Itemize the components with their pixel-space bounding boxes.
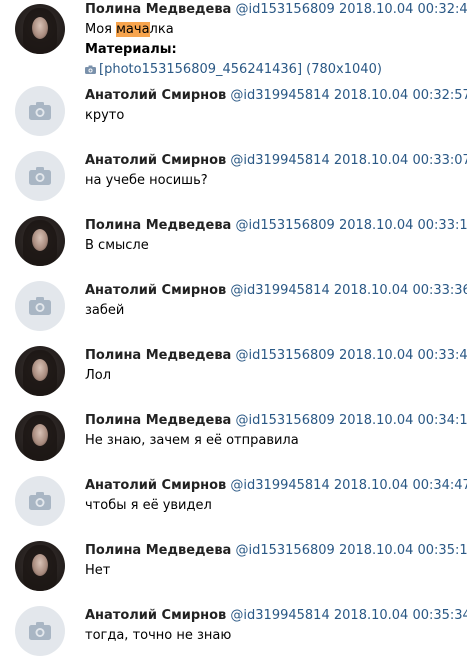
author-name[interactable]: Полина Медведева — [85, 543, 231, 558]
message-text: Нет — [85, 563, 111, 578]
message-content: Полина Медведева @id153156809 2018.10.04… — [85, 541, 467, 581]
message-list: Полина Медведева @id153156809 2018.10.04… — [0, 0, 467, 658]
attachment-size: (780x1040) — [306, 62, 382, 77]
camera-placeholder-icon — [29, 492, 51, 510]
author-name[interactable]: Анатолий Смирнов — [85, 153, 226, 168]
timestamp: 2018.10.04 00:32:57 — [333, 88, 467, 103]
avatar-face — [32, 424, 48, 446]
message-item: Анатолий Смирнов @id319945814 2018.10.04… — [0, 281, 467, 346]
avatar[interactable] — [15, 346, 65, 396]
timestamp: 2018.10.04 00:34:47 — [333, 478, 467, 493]
timestamp: 2018.10.04 00:34:18 — [338, 413, 467, 428]
message-header: Анатолий Смирнов @id319945814 2018.10.04… — [85, 151, 467, 171]
avatar[interactable] — [15, 411, 65, 461]
avatar[interactable] — [15, 281, 65, 331]
message-header: Полина Медведева @id153156809 2018.10.04… — [85, 541, 467, 561]
camera-icon — [85, 61, 96, 81]
message-text: на учебе носишь? — [85, 173, 208, 188]
author-name[interactable]: Анатолий Смирнов — [85, 608, 226, 623]
author-name[interactable]: Полина Медведева — [85, 2, 231, 17]
message-item: Полина Медведева @id153156809 2018.10.04… — [0, 216, 467, 281]
user-id-link[interactable]: @id153156809 — [235, 543, 334, 558]
camera-placeholder-icon — [29, 297, 51, 315]
message-item: Анатолий Смирнов @id319945814 2018.10.04… — [0, 476, 467, 541]
message-item: Анатолий Смирнов @id319945814 2018.10.04… — [0, 606, 467, 658]
avatar[interactable] — [15, 541, 65, 591]
author-name[interactable]: Анатолий Смирнов — [85, 478, 226, 493]
materials-label: Материалы: — [85, 42, 177, 57]
user-id-link[interactable]: @id153156809 — [235, 413, 334, 428]
search-highlight: мача — [116, 22, 150, 37]
message-header: Анатолий Смирнов @id319945814 2018.10.04… — [85, 281, 467, 301]
avatar[interactable] — [15, 476, 65, 526]
message-header: Полина Медведева @id153156809 2018.10.04… — [85, 411, 467, 431]
message-text-end: лка — [149, 22, 174, 37]
message-content: Анатолий Смирнов @id319945814 2018.10.04… — [85, 86, 467, 126]
message-text-start: Моя — [85, 22, 117, 37]
message-content: Анатолий Смирнов @id319945814 2018.10.04… — [85, 476, 467, 516]
timestamp: 2018.10.04 00:35:14 — [338, 543, 467, 558]
attachment: [photo153156809_456241436] (780x1040) — [85, 60, 467, 81]
timestamp: 2018.10.04 00:33:36 — [333, 283, 467, 298]
author-name[interactable]: Анатолий Смирнов — [85, 283, 226, 298]
author-name[interactable]: Анатолий Смирнов — [85, 88, 226, 103]
message-content: Полина Медведева @id153156809 2018.10.04… — [85, 411, 467, 451]
user-id-link[interactable]: @id319945814 — [230, 153, 329, 168]
message-text: чтобы я её увидел — [85, 498, 212, 513]
avatar[interactable] — [15, 606, 65, 656]
author-name[interactable]: Полина Медведева — [85, 348, 231, 363]
message-content: Анатолий Смирнов @id319945814 2018.10.04… — [85, 606, 467, 646]
message-header: Анатолий Смирнов @id319945814 2018.10.04… — [85, 476, 467, 496]
timestamp: 2018.10.04 00:33:07 — [333, 153, 467, 168]
avatar[interactable] — [15, 216, 65, 266]
user-id-link[interactable]: @id153156809 — [235, 2, 334, 17]
message-item: Полина Медведева @id153156809 2018.10.04… — [0, 411, 467, 476]
message-header: Анатолий Смирнов @id319945814 2018.10.04… — [85, 86, 467, 106]
camera-placeholder-icon — [29, 167, 51, 185]
message-text: забей — [85, 303, 125, 318]
avatar[interactable] — [15, 151, 65, 201]
message-content: Полина Медведева @id153156809 2018.10.04… — [85, 346, 467, 386]
message-content: Полина Медведева @id153156809 2018.10.04… — [85, 0, 467, 81]
message-text: Не знаю, зачем я её отправила — [85, 433, 299, 448]
avatar[interactable] — [15, 86, 65, 136]
user-id-link[interactable]: @id319945814 — [230, 608, 329, 623]
avatar-face — [32, 17, 48, 39]
attachment-link[interactable]: [photo153156809_456241436] — [99, 62, 302, 77]
message-content: Полина Медведева @id153156809 2018.10.04… — [85, 216, 467, 256]
message-header: Полина Медведева @id153156809 2018.10.04… — [85, 0, 467, 20]
message-text: Моя мачалка — [85, 20, 467, 40]
message-text: Лол — [85, 368, 112, 383]
message-header: Полина Медведева @id153156809 2018.10.04… — [85, 346, 467, 366]
message-text: круто — [85, 108, 125, 123]
message-content: Анатолий Смирнов @id319945814 2018.10.04… — [85, 151, 467, 191]
message-header: Анатолий Смирнов @id319945814 2018.10.04… — [85, 606, 467, 626]
message-content: Анатолий Смирнов @id319945814 2018.10.04… — [85, 281, 467, 321]
user-id-link[interactable]: @id319945814 — [230, 283, 329, 298]
message-item: Анатолий Смирнов @id319945814 2018.10.04… — [0, 151, 467, 216]
avatar-face — [32, 229, 48, 251]
message-text: тогда, точно не знаю — [85, 628, 232, 643]
timestamp: 2018.10.04 00:32:43 — [338, 2, 467, 17]
avatar[interactable] — [15, 4, 65, 54]
timestamp: 2018.10.04 00:35:34 — [333, 608, 467, 623]
timestamp: 2018.10.04 00:33:19 — [338, 218, 467, 233]
camera-placeholder-icon — [29, 102, 51, 120]
user-id-link[interactable]: @id319945814 — [230, 478, 329, 493]
avatar-face — [32, 359, 48, 381]
message-item: Полина Медведева @id153156809 2018.10.04… — [0, 0, 467, 86]
camera-placeholder-icon — [29, 622, 51, 640]
user-id-link[interactable]: @id319945814 — [230, 88, 329, 103]
avatar-face — [32, 554, 48, 576]
message-item: Полина Медведева @id153156809 2018.10.04… — [0, 541, 467, 606]
message-item: Полина Медведева @id153156809 2018.10.04… — [0, 346, 467, 411]
user-id-link[interactable]: @id153156809 — [235, 348, 334, 363]
message-text: В смысле — [85, 238, 149, 253]
message-item: Анатолий Смирнов @id319945814 2018.10.04… — [0, 86, 467, 151]
author-name[interactable]: Полина Медведева — [85, 413, 231, 428]
message-header: Полина Медведева @id153156809 2018.10.04… — [85, 216, 467, 236]
user-id-link[interactable]: @id153156809 — [235, 218, 334, 233]
author-name[interactable]: Полина Медведева — [85, 218, 231, 233]
timestamp: 2018.10.04 00:33:47 — [338, 348, 467, 363]
